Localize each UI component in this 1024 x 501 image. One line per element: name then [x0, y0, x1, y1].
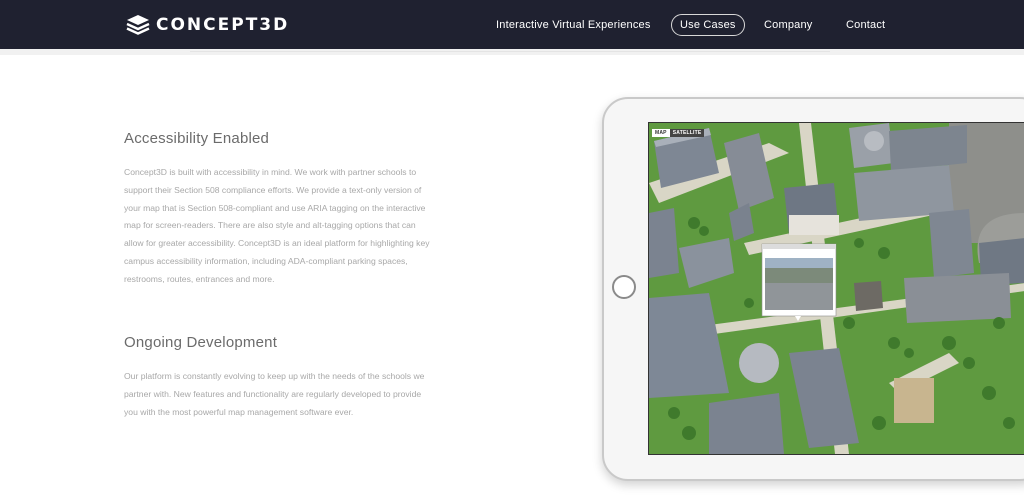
map-view-toggle[interactable]: MAP SATELLITE — [652, 129, 705, 137]
site-header: CONCEPT3D Interactive Virtual Experience… — [0, 0, 1024, 49]
section-title-ongoing-development: Ongoing Development — [124, 334, 278, 351]
nav-use-cases[interactable]: Use Cases — [671, 14, 745, 36]
campus-map-image — [649, 123, 1024, 454]
brand-name: CONCEPT3D — [156, 15, 290, 35]
logo-cube-icon — [126, 15, 150, 35]
nav-company[interactable]: Company — [764, 14, 812, 36]
divider — [190, 51, 830, 52]
map-toggle-satellite[interactable]: SATELLITE — [669, 129, 705, 137]
map-toggle-map[interactable]: MAP — [652, 129, 670, 137]
campus-map-screen[interactable]: MAP SATELLITE — [648, 122, 1024, 455]
section-body-ongoing-development: Our platform is constantly evolving to k… — [124, 371, 425, 417]
nav-interactive-virtual-experiences[interactable]: Interactive Virtual Experiences — [496, 14, 651, 36]
section-title-accessibility: Accessibility Enabled — [124, 130, 270, 147]
header-shadow — [0, 49, 1024, 55]
brand-logo[interactable]: CONCEPT3D — [126, 13, 289, 37]
section-body-accessibility: Concept3D is built with accessibility in… — [124, 167, 430, 284]
ipad-home-button — [612, 275, 636, 299]
nav-contact[interactable]: Contact — [846, 14, 885, 36]
